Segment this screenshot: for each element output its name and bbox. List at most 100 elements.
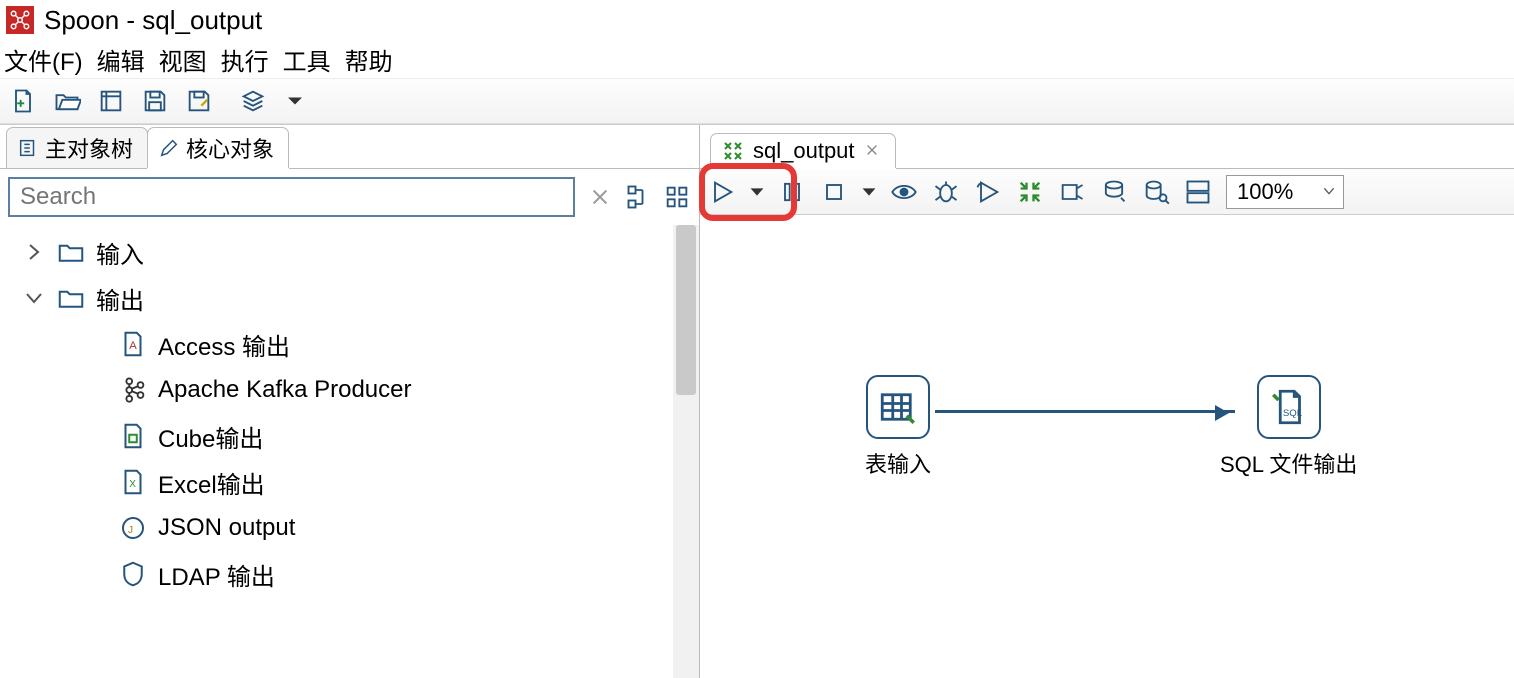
stop-dropdown[interactable] — [858, 174, 880, 210]
svg-text:A: A — [129, 340, 137, 352]
sql-button[interactable] — [1096, 174, 1132, 210]
perspectives-dropdown[interactable] — [278, 84, 312, 118]
svg-text:SQL: SQL — [1283, 408, 1303, 419]
save-as-button[interactable] — [182, 84, 216, 118]
debug-button[interactable] — [928, 174, 964, 210]
explore-repo-button[interactable] — [94, 84, 128, 118]
tree-leaf-json-output[interactable]: J JSON output — [0, 505, 699, 551]
preview-button[interactable] — [886, 174, 922, 210]
tree-node-label: 输出 — [96, 281, 144, 316]
perspectives-button[interactable] — [236, 84, 270, 118]
zoom-combo[interactable]: 100% — [1226, 175, 1344, 209]
verify-button[interactable] — [1012, 174, 1048, 210]
step-icon-box — [866, 375, 930, 439]
svg-text:X: X — [129, 479, 136, 490]
stop-button[interactable] — [816, 174, 852, 210]
menu-bar: 文件(F) 编辑 视图 执行 工具 帮助 — [0, 40, 1514, 78]
open-file-button[interactable] — [50, 84, 84, 118]
close-tab-button[interactable] — [863, 141, 881, 162]
explore-db-button[interactable] — [1138, 174, 1174, 210]
impact-analysis-button[interactable] — [1054, 174, 1090, 210]
tree-leaf-label: Access 输出 — [158, 327, 290, 362]
replay-icon — [974, 178, 1002, 206]
tree-leaf-kafka-producer[interactable]: Apache Kafka Producer — [0, 367, 699, 413]
clear-search-button[interactable] — [585, 182, 615, 212]
step-icon-box: SQL — [1257, 375, 1321, 439]
close-icon — [589, 186, 611, 208]
pause-button[interactable] — [774, 174, 810, 210]
new-file-button[interactable] — [6, 84, 40, 118]
menu-tools[interactable]: 工具 — [283, 42, 331, 77]
results-pane-icon — [1184, 178, 1212, 206]
menu-file[interactable]: 文件(F) — [4, 42, 83, 77]
tree-scroll-area: 输入 输出 A Access 输出 — [0, 225, 699, 678]
doc-tab-label: sql_output — [753, 138, 855, 164]
collapse-tree-icon — [663, 183, 691, 211]
chevron-down-icon — [1321, 179, 1337, 205]
tree-scrollbar[interactable] — [673, 225, 699, 678]
folder-icon — [56, 283, 86, 313]
replay-button[interactable] — [970, 174, 1006, 210]
show-results-button[interactable] — [1180, 174, 1216, 210]
menu-run[interactable]: 执行 — [221, 42, 269, 77]
tree-node-output[interactable]: 输出 — [0, 275, 699, 321]
tab-core-objects[interactable]: 核心对象 — [147, 127, 289, 168]
sql-icon — [1100, 178, 1128, 206]
database-search-icon — [1142, 178, 1170, 206]
left-pane: 主对象树 核心对象 — [0, 125, 700, 678]
cube-file-icon — [118, 421, 148, 451]
tree-leaf-label: JSON output — [158, 514, 295, 542]
run-dropdown[interactable] — [746, 174, 768, 210]
document-tabs: sql_output — [700, 125, 1514, 169]
tab-core-objects-label: 核心对象 — [186, 132, 274, 164]
transformation-icon — [721, 139, 745, 163]
menu-edit[interactable]: 编辑 — [97, 42, 145, 77]
menu-view[interactable]: 视图 — [159, 42, 207, 77]
menu-help[interactable]: 帮助 — [345, 42, 393, 77]
caret-down-icon — [746, 178, 768, 206]
chevron-right-icon — [22, 240, 46, 264]
run-button[interactable] — [704, 174, 740, 210]
collapse-all-button[interactable] — [663, 183, 691, 211]
hop-table-input-to-sql-file-output[interactable] — [935, 410, 1235, 413]
save-button[interactable] — [138, 84, 172, 118]
access-file-icon: A — [118, 329, 148, 359]
tree-leaf-access-output[interactable]: A Access 输出 — [0, 321, 699, 367]
window-title-bar: Spoon - sql_output — [0, 0, 1514, 40]
collapse-arrows-icon — [1016, 178, 1044, 206]
pencil-icon — [158, 137, 180, 159]
expand-all-button[interactable] — [625, 183, 653, 211]
tree-leaf-label: Excel输出 — [158, 465, 265, 500]
tree-leaf-cube-output[interactable]: Cube输出 — [0, 413, 699, 459]
chevron-down-icon — [22, 286, 46, 310]
tree-leaf-label: Cube输出 — [158, 419, 263, 454]
pause-icon — [778, 178, 806, 206]
close-icon — [865, 143, 879, 157]
tree-leaf-label: Apache Kafka Producer — [158, 376, 412, 404]
scrollbar-thumb[interactable] — [676, 225, 696, 395]
tree-node-input[interactable]: 输入 — [0, 229, 699, 275]
doc-tab-sql-output[interactable]: sql_output — [710, 133, 896, 168]
zoom-value: 100% — [1237, 179, 1293, 205]
window-title: Spoon - sql_output — [44, 5, 262, 36]
app-icon — [6, 6, 34, 34]
search-row — [0, 169, 699, 225]
step-sql-file-output[interactable]: SQL SQL 文件输出 — [1220, 375, 1357, 479]
step-label: SQL 文件输出 — [1220, 447, 1357, 479]
step-table-input[interactable]: 表输入 — [865, 375, 931, 479]
play-icon — [708, 178, 736, 206]
caret-down-icon — [858, 178, 880, 206]
tree-leaf-ldap-output[interactable]: LDAP 输出 — [0, 551, 699, 597]
folder-icon — [56, 237, 86, 267]
kafka-icon — [118, 375, 148, 405]
svg-text:J: J — [128, 525, 133, 536]
left-tabs: 主对象树 核心对象 — [0, 125, 699, 169]
editor-pane: sql_output — [700, 125, 1514, 678]
step-label: 表输入 — [865, 447, 931, 479]
tree-icon — [17, 137, 39, 159]
tree-leaf-excel-output[interactable]: X Excel输出 — [0, 459, 699, 505]
table-input-icon — [877, 386, 919, 428]
transformation-canvas[interactable]: 表输入 SQL SQL 文件输出 — [700, 215, 1514, 678]
search-input[interactable] — [8, 177, 575, 217]
tab-main-object-tree[interactable]: 主对象树 — [6, 127, 148, 168]
